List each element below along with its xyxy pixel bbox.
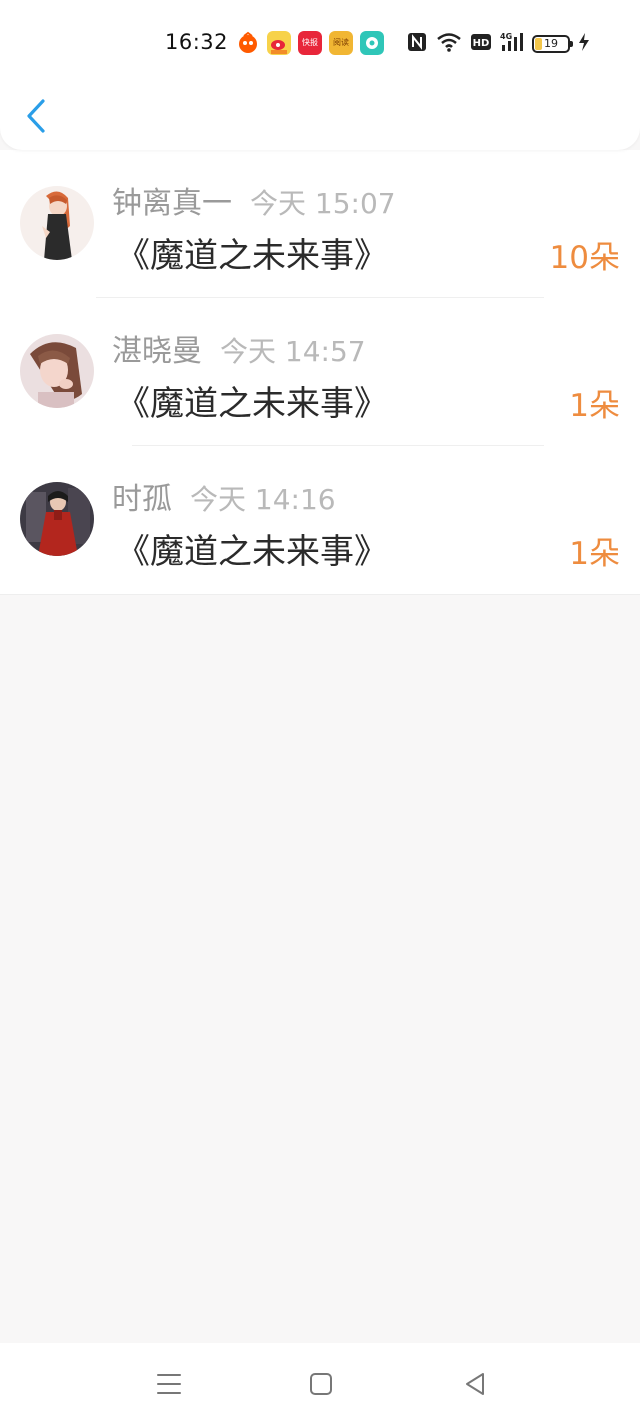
flower-gift-list: 钟离真一 今天 15:07 《魔道之未来事》 10朵 湛晓曼 今天 14:57 《魔…	[0, 150, 640, 595]
book-title[interactable]: 《魔道之未来事》	[116, 228, 388, 277]
nav-back-button[interactable]	[460, 1369, 490, 1399]
system-icons: HD 4G 19	[406, 31, 590, 57]
username-text: 钟离真一	[112, 186, 232, 221]
avatar[interactable]	[20, 334, 94, 408]
list-item[interactable]: 钟离真一 今天 15:07 《魔道之未来事》 10朵	[0, 150, 640, 298]
signal-4g-icon: 4G	[500, 31, 524, 57]
taobao-icon	[236, 31, 260, 55]
avatar[interactable]	[20, 482, 94, 556]
chevron-left-icon	[27, 99, 45, 133]
list-item[interactable]: 时孤 今天 14:16 《魔道之未来事》 1朵	[0, 446, 640, 594]
battery-icon: 19	[532, 35, 573, 53]
menu-icon	[157, 1374, 181, 1394]
home-icon	[310, 1373, 332, 1395]
timestamp: 今天 14:16	[190, 483, 336, 516]
system-navigation-bar	[0, 1343, 640, 1423]
news-app-icon: 快报	[298, 31, 322, 55]
timestamp: 今天 15:07	[250, 187, 396, 220]
menu-button[interactable]	[154, 1369, 184, 1399]
status-time: 16:32	[165, 30, 229, 54]
nfc-icon	[406, 31, 428, 57]
book-title[interactable]: 《魔道之未来事》	[116, 376, 388, 425]
back-button[interactable]	[18, 96, 54, 136]
svg-text:4G: 4G	[500, 32, 512, 41]
username-text: 时孤	[112, 482, 172, 517]
username-text: 湛晓曼	[112, 334, 202, 369]
flower-count: 10朵	[549, 240, 620, 276]
reader-app-icon: 阅读	[329, 31, 353, 55]
home-button[interactable]	[306, 1369, 336, 1399]
timestamp: 今天 14:57	[220, 335, 366, 368]
flower-count: 1朵	[569, 536, 620, 572]
hd-icon: HD	[470, 32, 492, 56]
weibo-icon	[267, 31, 291, 55]
status-bar: 16:32 快报 阅读 HD 4G 19	[0, 22, 640, 66]
flower-count: 1朵	[569, 388, 620, 424]
book-title[interactable]: 《魔道之未来事》	[116, 524, 388, 573]
username: 钟离真一 今天 15:07	[112, 178, 396, 222]
wifi-icon	[436, 31, 462, 57]
svg-text:HD: HD	[473, 38, 490, 49]
back-triangle-icon	[466, 1373, 484, 1395]
chat-app-icon	[360, 31, 384, 55]
notification-app-icons: 快报 阅读	[236, 31, 384, 55]
username: 湛晓曼 今天 14:57	[112, 326, 366, 370]
top-header: 16:32 快报 阅读 HD 4G 19	[0, 0, 640, 150]
avatar[interactable]	[20, 186, 94, 260]
list-item[interactable]: 湛晓曼 今天 14:57 《魔道之未来事》 1朵	[0, 298, 640, 446]
charging-icon	[578, 32, 590, 56]
username: 时孤 今天 14:16	[112, 474, 336, 518]
